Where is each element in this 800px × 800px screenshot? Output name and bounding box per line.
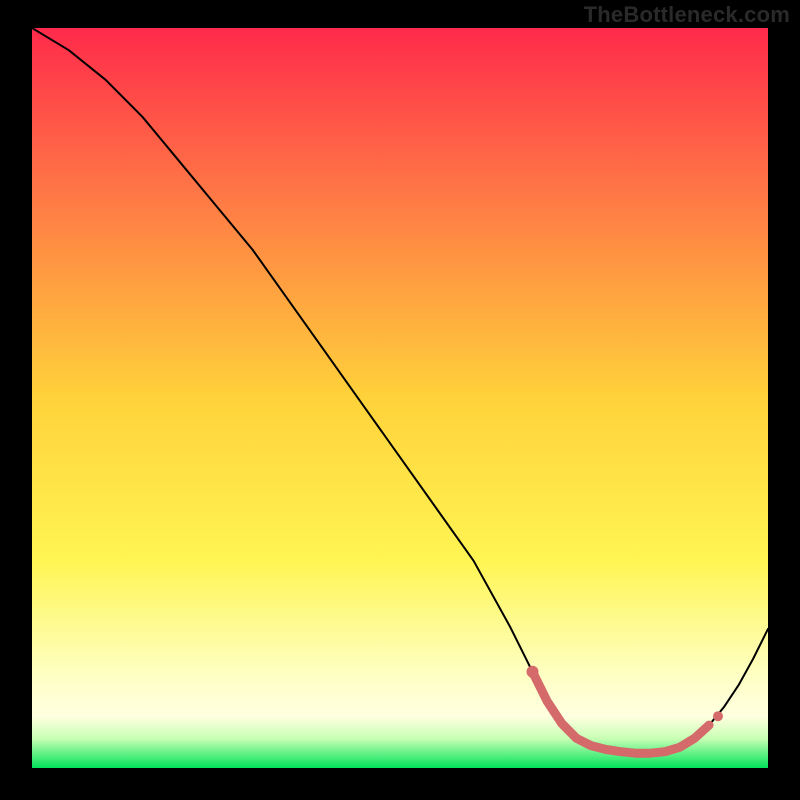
chart-stage: TheBottleneck.com xyxy=(0,0,800,800)
optimal-zone-dot xyxy=(527,666,539,678)
gradient-background xyxy=(32,28,768,768)
plot-area xyxy=(32,28,768,768)
watermark-text: TheBottleneck.com xyxy=(584,2,790,28)
optimal-zone-dot xyxy=(713,711,723,721)
chart-svg xyxy=(32,28,768,768)
